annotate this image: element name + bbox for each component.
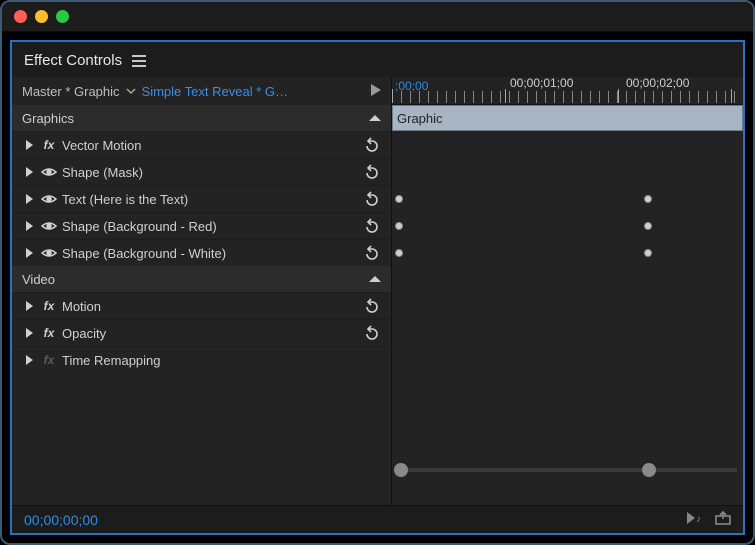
- keyframe-marker[interactable]: [644, 249, 652, 257]
- property-row[interactable]: Shape (Background - Red): [12, 212, 391, 239]
- property-label: Text (Here is the Text): [58, 192, 188, 207]
- app-window: Effect Controls Master * Graphic Simple …: [0, 0, 755, 545]
- fx-badge-icon: fx: [40, 299, 58, 313]
- reset-parameter-icon[interactable]: [363, 191, 381, 207]
- group-label: Video: [22, 272, 55, 287]
- property-label: Shape (Background - White): [58, 246, 226, 261]
- zoom-handle-left[interactable]: [394, 463, 408, 477]
- property-row[interactable]: Shape (Background - White): [12, 239, 391, 266]
- timeline-column: ;00;00 00;00;01;00 00;00;02;00 Graphic: [392, 77, 743, 505]
- reset-parameter-icon[interactable]: [363, 137, 381, 153]
- clip-breadcrumb: Master * Graphic Simple Text Reveal * G…: [12, 77, 391, 105]
- toggle-playback-icon[interactable]: ♪: [687, 511, 703, 528]
- fx-badge-icon: fx: [40, 353, 58, 367]
- chevron-down-icon[interactable]: [126, 84, 136, 99]
- property-label: Time Remapping: [58, 353, 161, 368]
- property-label: Shape (Background - Red): [58, 219, 217, 234]
- fx-badge-icon: fx: [40, 138, 58, 152]
- reset-parameter-icon[interactable]: [363, 218, 381, 234]
- close-icon[interactable]: [14, 10, 27, 23]
- minimize-icon[interactable]: [35, 10, 48, 23]
- export-frame-icon[interactable]: [715, 511, 731, 528]
- panel-header: Effect Controls: [12, 42, 743, 77]
- keyframe-marker[interactable]: [644, 222, 652, 230]
- property-row[interactable]: fx Time Remapping: [12, 346, 391, 373]
- property-row[interactable]: fx Vector Motion: [12, 131, 391, 158]
- reset-parameter-icon[interactable]: [363, 325, 381, 341]
- play-icon[interactable]: [371, 84, 381, 99]
- disclosure-right-icon[interactable]: [26, 299, 40, 314]
- timeline-zoom-scrollbar[interactable]: [392, 463, 743, 477]
- disclosure-right-icon[interactable]: [26, 165, 40, 180]
- collapse-up-icon[interactable]: [369, 111, 381, 126]
- visibility-eye-icon[interactable]: [40, 247, 58, 259]
- fx-badge-icon: fx: [40, 326, 58, 340]
- mac-titlebar: [2, 2, 753, 32]
- panel-menu-icon[interactable]: [132, 55, 146, 67]
- collapse-up-icon[interactable]: [369, 272, 381, 287]
- clip-bar[interactable]: Graphic: [392, 105, 743, 131]
- reset-parameter-icon[interactable]: [363, 298, 381, 314]
- keyframe-marker[interactable]: [395, 249, 403, 257]
- visibility-eye-icon[interactable]: [40, 193, 58, 205]
- property-list: Graphics fx Vector Motion Shape (Mask) T…: [12, 105, 391, 505]
- property-row[interactable]: Shape (Mask): [12, 158, 391, 185]
- reset-parameter-icon[interactable]: [363, 164, 381, 180]
- disclosure-right-icon[interactable]: [26, 192, 40, 207]
- disclosure-right-icon[interactable]: [26, 353, 40, 368]
- clip-bar-label: Graphic: [397, 111, 443, 126]
- current-timecode[interactable]: 00;00;00;00: [24, 512, 98, 528]
- property-column: Master * Graphic Simple Text Reveal * G……: [12, 77, 392, 505]
- zoom-icon[interactable]: [56, 10, 69, 23]
- disclosure-right-icon[interactable]: [26, 326, 40, 341]
- visibility-eye-icon[interactable]: [40, 166, 58, 178]
- zoom-handle-right[interactable]: [642, 463, 656, 477]
- effect-controls-panel: Effect Controls Master * Graphic Simple …: [10, 40, 745, 535]
- svg-text:♪: ♪: [696, 514, 701, 524]
- time-ruler[interactable]: ;00;00 00;00;01;00 00;00;02;00: [392, 77, 743, 105]
- timeline-area[interactable]: Graphic: [392, 105, 743, 505]
- disclosure-right-icon[interactable]: [26, 138, 40, 153]
- panel-title: Effect Controls: [24, 52, 122, 69]
- panel-footer: 00;00;00;00 ♪: [12, 505, 743, 533]
- property-row[interactable]: fx Opacity: [12, 319, 391, 346]
- property-row[interactable]: fx Motion: [12, 292, 391, 319]
- group-header[interactable]: Graphics: [12, 105, 391, 131]
- ruler-label: 00;00;01;00: [510, 76, 573, 90]
- master-clip-label[interactable]: Master * Graphic: [22, 84, 120, 99]
- property-label: Shape (Mask): [58, 165, 143, 180]
- sequence-clip-label[interactable]: Simple Text Reveal * G…: [142, 84, 288, 99]
- property-label: Motion: [58, 299, 101, 314]
- visibility-eye-icon[interactable]: [40, 220, 58, 232]
- property-row[interactable]: Text (Here is the Text): [12, 185, 391, 212]
- disclosure-right-icon[interactable]: [26, 219, 40, 234]
- keyframe-marker[interactable]: [395, 222, 403, 230]
- keyframe-marker[interactable]: [644, 195, 652, 203]
- disclosure-right-icon[interactable]: [26, 246, 40, 261]
- keyframe-marker[interactable]: [395, 195, 403, 203]
- property-label: Opacity: [58, 326, 106, 341]
- ruler-ticks: [392, 91, 743, 103]
- group-label: Graphics: [22, 111, 74, 126]
- ruler-label: 00;00;02;00: [626, 76, 689, 90]
- group-header[interactable]: Video: [12, 266, 391, 292]
- property-label: Vector Motion: [58, 138, 142, 153]
- reset-parameter-icon[interactable]: [363, 245, 381, 261]
